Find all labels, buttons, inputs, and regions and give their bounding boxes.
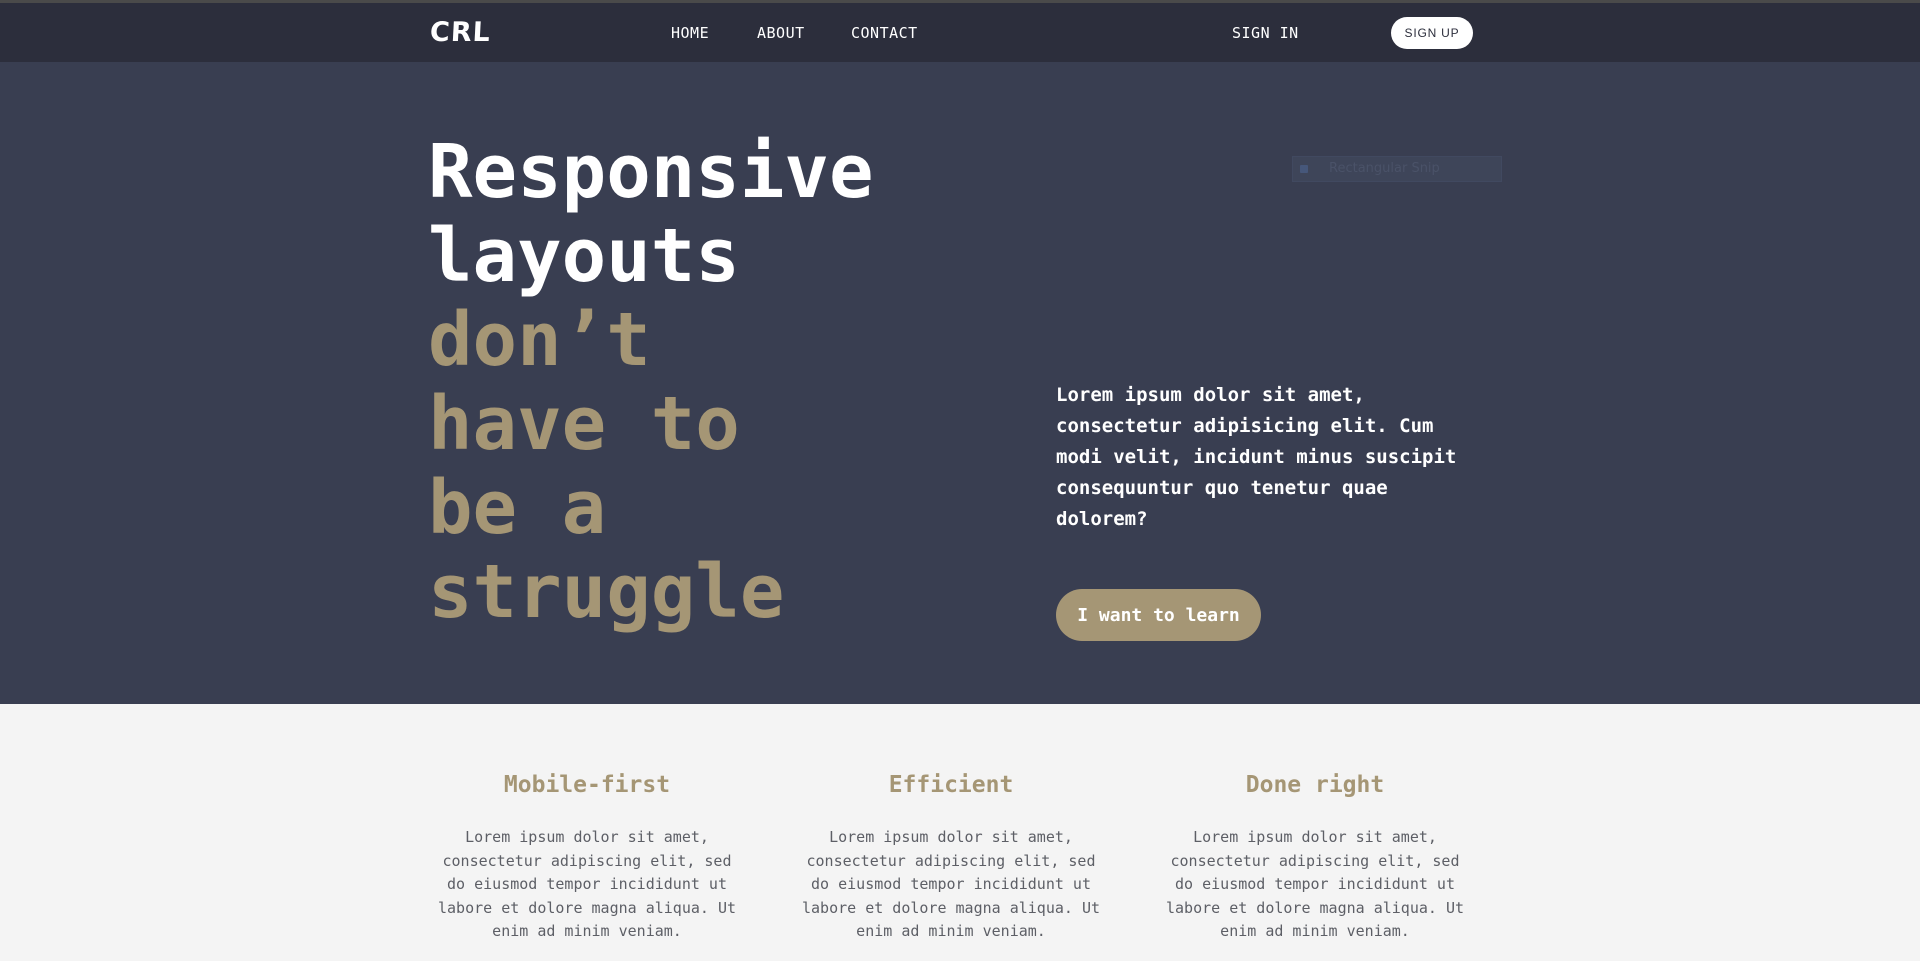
feature-title: Mobile-first <box>503 772 671 798</box>
sign-up-button[interactable]: SIGN UP <box>1391 17 1473 49</box>
feature-text: Lorem ipsum dolor sit amet, consectetur … <box>1165 828 1464 940</box>
hero-accent-line-2: have to <box>428 381 740 467</box>
feature-title: Done right <box>1245 772 1385 798</box>
hero-title-line-1: Responsive <box>428 129 874 215</box>
hero-section: Responsive layouts don’t have to be a st… <box>0 62 1920 704</box>
hero-accent-line-3: be a <box>428 465 607 551</box>
feature-text: Lorem ipsum dolor sit amet, consectetur … <box>437 828 736 940</box>
learn-cta-button[interactable]: I want to learn <box>1056 589 1261 641</box>
nav-link-contact[interactable]: CONTACT <box>851 24 918 42</box>
snip-overlay: Rectangular Snip <box>1292 156 1502 182</box>
hero-title-line-2: layouts <box>428 213 740 299</box>
hero-description: Lorem ipsum dolor sit amet, consectetur … <box>1056 384 1457 530</box>
logo[interactable]: CRL <box>429 17 491 48</box>
nav-link-about[interactable]: ABOUT <box>757 24 805 42</box>
sign-in-link[interactable]: SIGN IN <box>1232 24 1299 42</box>
feature-card-efficient: Efficient Lorem ipsum dolor sit amet, co… <box>796 770 1106 944</box>
feature-text: Lorem ipsum dolor sit amet, consectetur … <box>801 828 1100 940</box>
page: CRL HOME ABOUT CONTACT SIGN IN SIGN UP R… <box>0 0 1920 961</box>
top-navbar: CRL HOME ABOUT CONTACT SIGN IN SIGN UP <box>0 0 1920 62</box>
feature-card-mobile-first: Mobile-first Lorem ipsum dolor sit amet,… <box>432 770 742 944</box>
feature-card-done-right: Done right Lorem ipsum dolor sit amet, c… <box>1160 770 1470 944</box>
snip-icon <box>1300 165 1308 173</box>
hero-accent-line-4: struggle <box>428 549 785 635</box>
hero-title: Responsive layouts don’t have to be a st… <box>428 130 874 634</box>
nav-link-home[interactable]: HOME <box>671 24 709 42</box>
hero-accent-line-1: don’t <box>428 297 651 383</box>
snip-overlay-label: Rectangular Snip <box>1329 161 1440 176</box>
features-section: Mobile-first Lorem ipsum dolor sit amet,… <box>0 704 1920 961</box>
feature-title: Efficient <box>888 772 1014 798</box>
